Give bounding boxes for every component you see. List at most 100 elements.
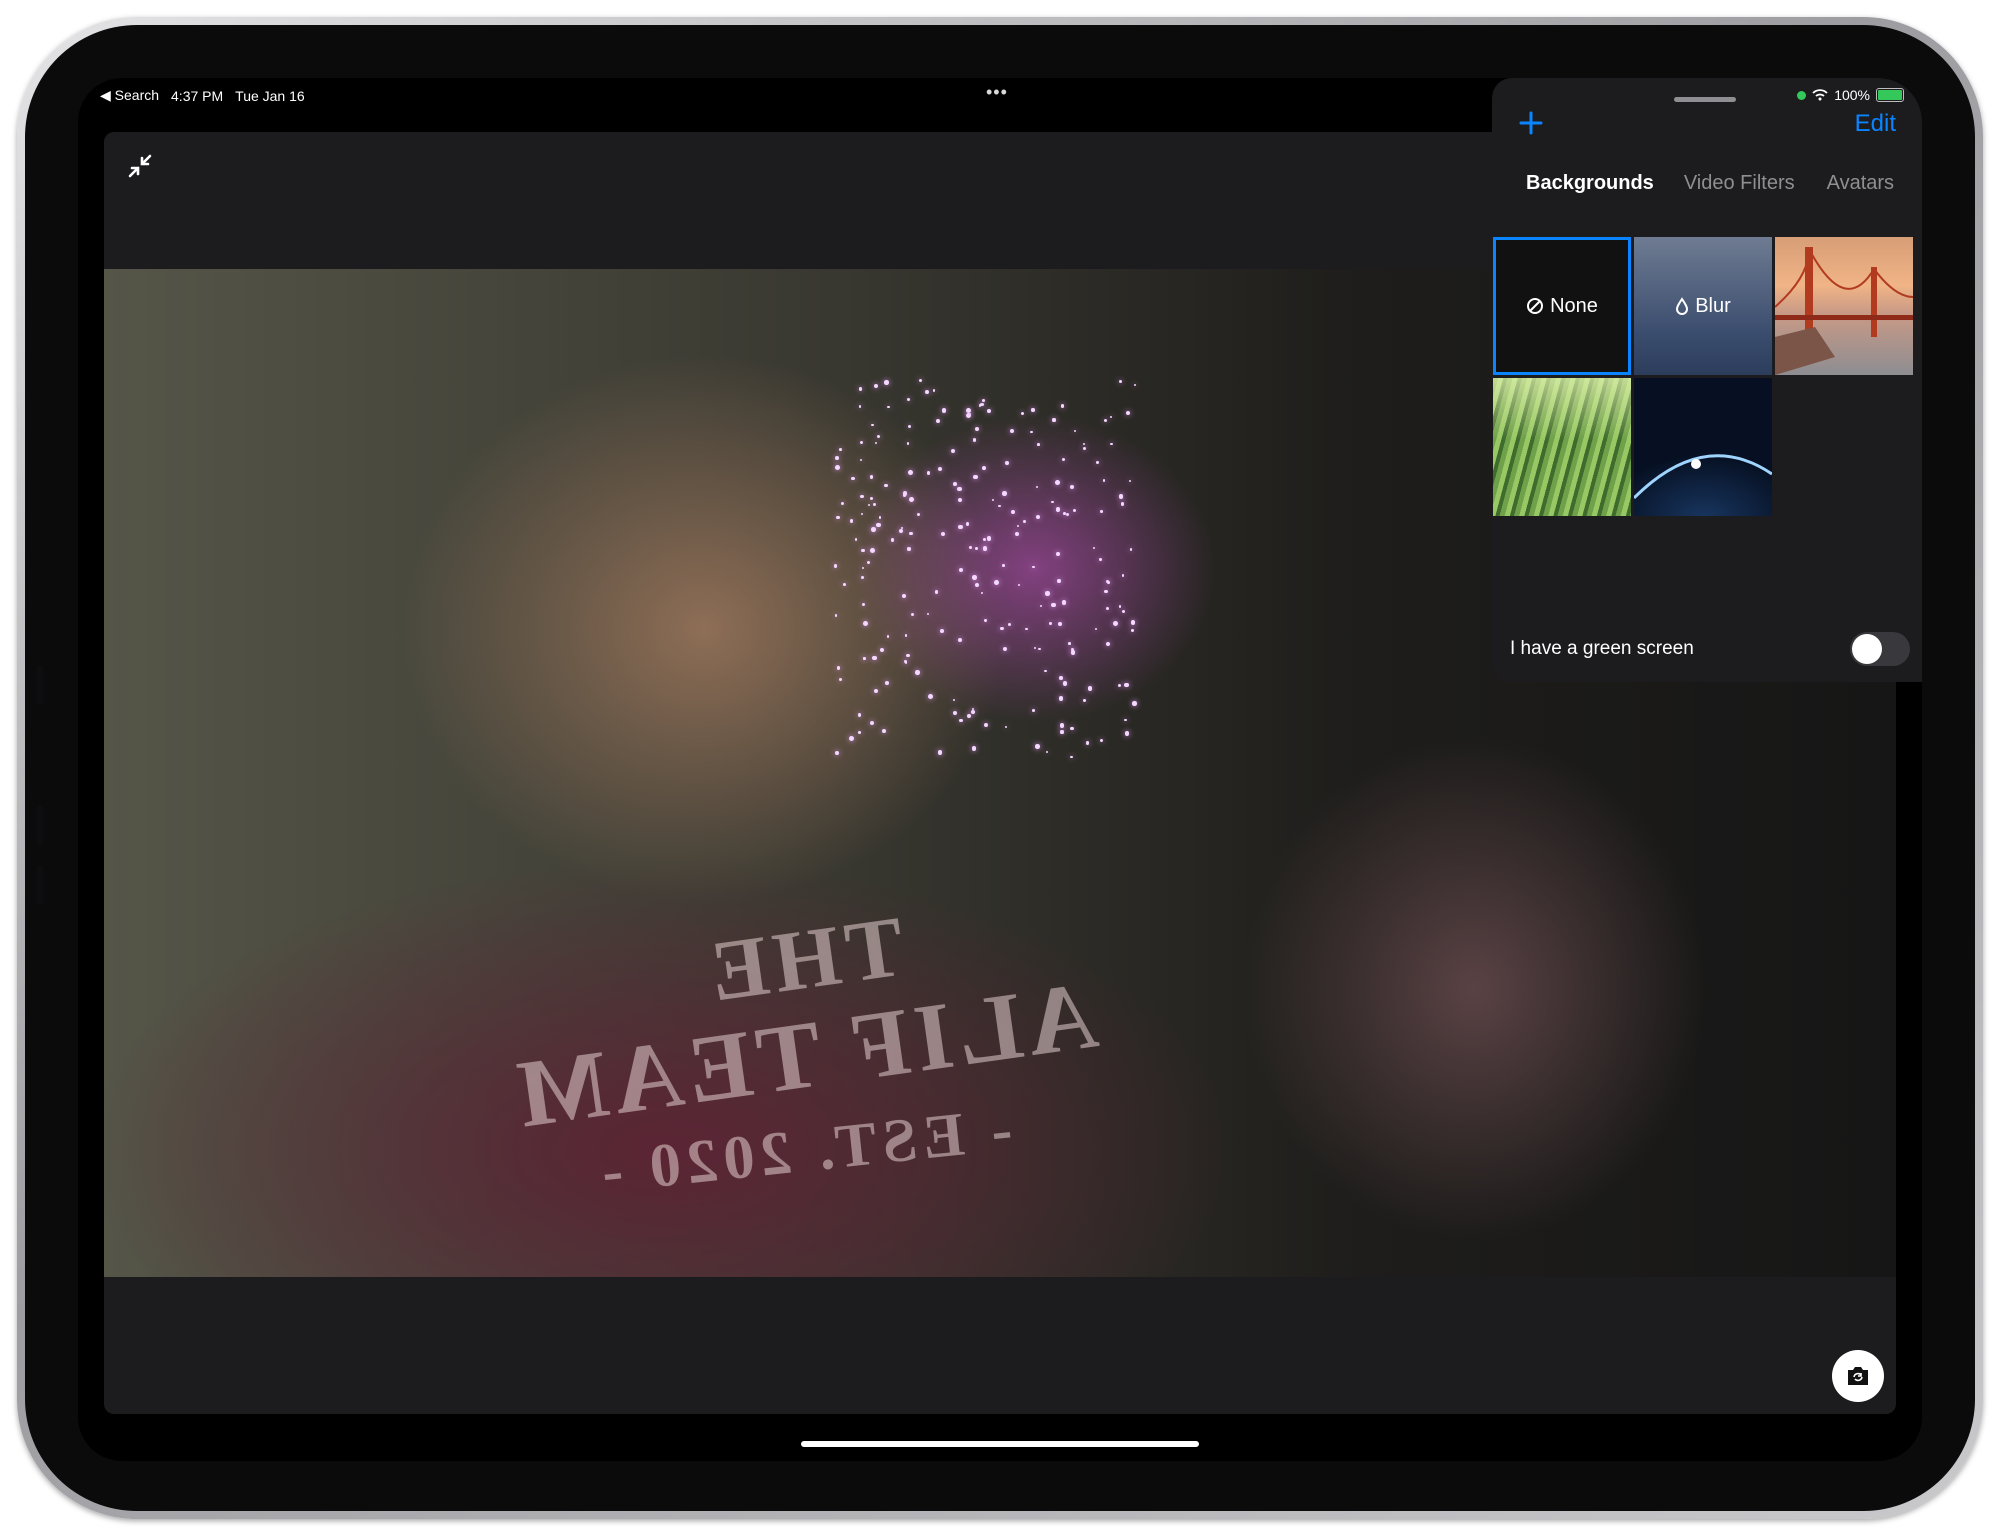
sparkle-dot xyxy=(906,653,910,658)
sparkle-dot xyxy=(957,637,962,642)
sparkle-dot xyxy=(1058,622,1062,626)
sparkle-dot xyxy=(1070,726,1074,731)
sparkle-dot xyxy=(1130,620,1136,625)
sparkle-dot xyxy=(1100,509,1104,513)
sparkle-dot xyxy=(876,522,882,528)
sparkle-dot xyxy=(966,412,972,418)
sparkle-dot xyxy=(867,503,871,506)
sparkle-dot xyxy=(872,655,877,661)
background-grass[interactable] xyxy=(1493,378,1631,516)
sparkle-dot xyxy=(916,513,920,516)
background-none-label: None xyxy=(1550,294,1598,317)
sparkle-dot xyxy=(900,527,904,530)
panel-grabber[interactable] xyxy=(1674,97,1736,102)
sparkle-dot xyxy=(1052,418,1056,422)
sparkle-dot xyxy=(877,434,881,438)
sparkle-dot xyxy=(973,474,978,479)
sparkle-dot xyxy=(1094,627,1097,630)
sparkle-dot xyxy=(860,513,864,516)
green-screen-row: I have a green screen xyxy=(1510,632,1910,666)
sparkle-dot xyxy=(1007,622,1012,627)
sparkle-dot xyxy=(969,545,972,549)
sparkle-dot xyxy=(983,723,988,728)
sparkle-dot xyxy=(915,670,920,675)
sparkle-dot xyxy=(858,404,862,408)
sparkle-dot xyxy=(862,621,868,626)
sparkle-dot xyxy=(1045,591,1050,596)
sparkle-dot xyxy=(1073,508,1077,512)
sparkle-dot xyxy=(849,735,854,741)
sparkle-dot xyxy=(1087,686,1092,691)
sparkle-dot xyxy=(860,494,864,499)
sparkle-dot xyxy=(1000,626,1004,631)
sparkle-dot xyxy=(910,612,914,617)
background-none[interactable]: None xyxy=(1493,237,1631,375)
edit-button[interactable]: Edit xyxy=(1855,110,1896,138)
collapse-icon[interactable] xyxy=(122,148,158,184)
sparkle-dot xyxy=(1133,384,1136,387)
background-golden-gate[interactable] xyxy=(1775,237,1913,375)
sparkle-dot xyxy=(908,470,914,476)
sparkle-dot xyxy=(1083,446,1087,450)
tab-avatars[interactable]: Avatars xyxy=(1809,172,1908,195)
sparkle-dot xyxy=(957,497,963,503)
sparkle-dot xyxy=(874,441,877,444)
sparkle-dot xyxy=(857,712,862,717)
golden-gate-image xyxy=(1775,247,1913,375)
sparkle-dot xyxy=(938,750,943,755)
add-background-button[interactable] xyxy=(1516,108,1546,138)
sparkle-dot xyxy=(869,497,874,501)
sparkle-dot xyxy=(1059,723,1064,728)
sparkle-dot xyxy=(1104,418,1108,423)
sparkle-dot xyxy=(1014,531,1020,536)
home-indicator[interactable] xyxy=(801,1441,1199,1447)
sparkle-dot xyxy=(861,549,865,553)
sparkle-dot xyxy=(967,714,972,719)
sparkle-dot xyxy=(869,475,874,479)
background-blur[interactable]: Blur xyxy=(1634,237,1772,375)
sparkle-dot xyxy=(874,383,879,389)
sparkle-dot xyxy=(857,730,861,734)
sparkle-dot xyxy=(1055,480,1061,486)
sparkle-dot xyxy=(1031,408,1035,412)
camera-flip-button[interactable] xyxy=(1832,1350,1884,1402)
green-screen-toggle[interactable] xyxy=(1850,632,1910,666)
sparkle-dot xyxy=(1002,491,1007,496)
sweatshirt-print: THE ALIF TEAM - EST. 2020 - xyxy=(504,897,1104,1207)
tab-video-filters[interactable]: Video Filters xyxy=(1668,172,1809,195)
sparkle-dot xyxy=(1051,602,1057,608)
camera-in-use-icon xyxy=(1797,90,1807,100)
sparkle-dot xyxy=(1104,589,1108,594)
sparkle-dot xyxy=(1037,443,1040,446)
sparkle-dot xyxy=(970,710,975,715)
sparkle-dot xyxy=(1099,557,1102,561)
back-to-search-link[interactable]: ◀ Search xyxy=(100,87,159,104)
tab-backgrounds[interactable]: Backgrounds xyxy=(1492,172,1668,195)
sparkle-dot xyxy=(907,425,911,429)
sparkle-dot xyxy=(907,398,911,402)
sparkle-dot xyxy=(863,657,867,660)
side-button xyxy=(37,805,43,845)
sparkle-dot xyxy=(1120,502,1124,506)
background-earth[interactable] xyxy=(1634,378,1772,516)
sparkle-dot xyxy=(1121,574,1124,577)
multitasking-dots[interactable]: ••• xyxy=(986,82,1008,103)
sparkle-dot xyxy=(1069,485,1074,490)
screen: ◀ Search 4:37 PM Tue Jan 16 ••• THE ALIF… xyxy=(78,78,1922,1461)
status-time: 4:37 PM xyxy=(171,87,224,104)
sparkle-dot xyxy=(1005,726,1008,729)
sparkle-dot xyxy=(1039,605,1043,608)
sparkle-dot xyxy=(1061,404,1065,408)
sparkle-dot xyxy=(1056,552,1061,557)
sparkle-dot xyxy=(1049,621,1052,625)
sparkle-dot xyxy=(1065,512,1069,516)
sparkle-dot xyxy=(1129,479,1132,482)
sparkle-dot xyxy=(1032,709,1035,713)
sparkle-dot xyxy=(903,660,907,664)
sparkle-dot xyxy=(1131,629,1134,632)
sparkle-dot xyxy=(870,547,876,553)
status-right: 100% xyxy=(1797,87,1904,103)
sparkle-dot xyxy=(975,582,980,587)
sparkle-dot xyxy=(1122,610,1126,614)
sparkle-dot xyxy=(881,728,886,733)
